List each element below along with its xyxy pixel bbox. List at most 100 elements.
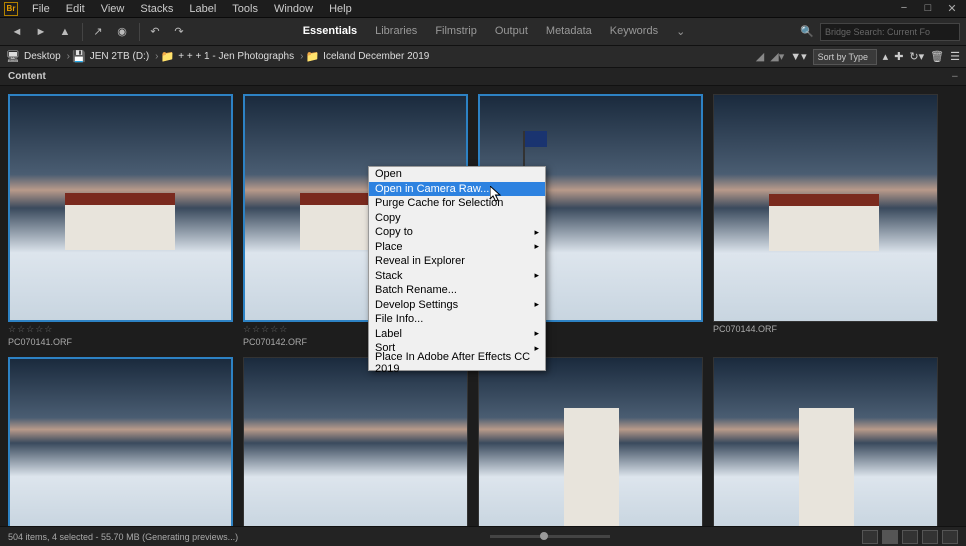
crumb-folder-2[interactable]: 📁 Iceland December 2019: [305, 50, 429, 63]
menu-tools[interactable]: Tools: [224, 1, 266, 17]
folder-icon: 📁: [161, 50, 175, 63]
menu-help[interactable]: Help: [321, 1, 360, 17]
rotate-ccw-icon[interactable]: ↶: [144, 22, 166, 42]
browse-icon[interactable]: ↻▾: [909, 50, 924, 63]
view-thumb-icon[interactable]: [902, 530, 918, 544]
ws-metadata[interactable]: Metadata: [544, 25, 594, 38]
ws-libraries[interactable]: Libraries: [373, 25, 419, 38]
thumb-image[interactable]: [243, 357, 468, 529]
thumb-item[interactable]: [8, 357, 233, 529]
ctx-batch-rename[interactable]: Batch Rename...: [369, 283, 545, 298]
ws-output[interactable]: Output: [493, 25, 530, 38]
crumb-desktop[interactable]: 🖥 Desktop: [6, 50, 61, 63]
ctx-stack[interactable]: Stack: [369, 269, 545, 284]
crumb-drive[interactable]: 💾 JEN 2TB (D:): [72, 50, 149, 63]
ws-more-icon[interactable]: ⌄: [674, 25, 687, 38]
filter-funnel-icon[interactable]: ▼▾: [790, 50, 806, 63]
ctx-copy-to[interactable]: Copy to: [369, 225, 545, 240]
menu-edit[interactable]: Edit: [58, 1, 93, 17]
thumb-image[interactable]: [713, 94, 938, 322]
minimize-button[interactable]: −: [894, 2, 914, 15]
thumb-image[interactable]: [478, 357, 703, 529]
ctx-reveal-explorer[interactable]: Reveal in Explorer: [369, 254, 545, 269]
filter-type-icon[interactable]: ◢▾: [770, 50, 784, 63]
desktop-icon: 🖥: [6, 50, 20, 63]
folder-icon: 📁: [305, 50, 319, 63]
chevron-icon: ›: [155, 51, 158, 62]
filter-rating-icon[interactable]: ◢: [756, 50, 764, 63]
ctx-purge-cache[interactable]: Purge Cache for Selection: [369, 196, 545, 211]
search-icon[interactable]: 🔍: [796, 22, 818, 42]
new-folder-icon[interactable]: ✚: [894, 50, 903, 63]
close-button[interactable]: ✕: [942, 2, 962, 15]
ws-filmstrip[interactable]: Filmstrip: [433, 25, 479, 38]
view-list-icon[interactable]: [942, 530, 958, 544]
crumb-folder-1[interactable]: 📁 + + + 1 - Jen Photographs: [161, 50, 295, 63]
context-menu: Open Open in Camera Raw... Purge Cache f…: [368, 166, 546, 371]
ctx-place[interactable]: Place: [369, 240, 545, 255]
menu-window[interactable]: Window: [266, 1, 321, 17]
thumb-item[interactable]: PC070144.ORF: [713, 94, 938, 347]
menu-file[interactable]: File: [24, 1, 58, 17]
thumb-item[interactable]: [713, 357, 938, 529]
pathbar: 🖥 Desktop › 💾 JEN 2TB (D:) › 📁 + + + 1 -…: [0, 46, 966, 68]
menu-label[interactable]: Label: [181, 1, 224, 17]
maximize-button[interactable]: □: [918, 2, 938, 15]
thumb-filename: PC070144.ORF: [713, 324, 938, 334]
slider-handle[interactable]: [540, 532, 548, 540]
menu-view[interactable]: View: [93, 1, 133, 17]
thumb-image[interactable]: [713, 357, 938, 529]
trash-icon[interactable]: 🗑: [930, 50, 944, 63]
view-details-icon[interactable]: [922, 530, 938, 544]
reveal-icon[interactable]: ↗: [87, 22, 109, 42]
ctx-place-ae[interactable]: Place In Adobe After Effects CC 2019: [369, 356, 545, 371]
rotate-cw-icon[interactable]: ↷: [168, 22, 190, 42]
ctx-file-info[interactable]: File Info...: [369, 312, 545, 327]
ctx-develop-settings[interactable]: Develop Settings: [369, 298, 545, 313]
search-input[interactable]: Bridge Search: Current Fo: [820, 23, 960, 41]
ws-keywords[interactable]: Keywords: [608, 25, 660, 38]
up-button[interactable]: ▲: [54, 22, 76, 42]
panel-title: Content: [8, 71, 46, 82]
content-panel-header: Content −: [0, 68, 966, 86]
thumb-item[interactable]: ☆☆☆☆☆ PC070141.ORF: [8, 94, 233, 347]
app-logo: Br: [4, 2, 18, 16]
separator: [139, 23, 140, 41]
ctx-label[interactable]: Label: [369, 327, 545, 342]
back-button[interactable]: ◄: [6, 22, 28, 42]
menubar: Br File Edit View Stacks Label Tools Win…: [0, 0, 966, 18]
rating-stars[interactable]: ☆☆☆☆☆: [8, 324, 233, 335]
view-lock-icon[interactable]: [862, 530, 878, 544]
open-camera-raw-icon[interactable]: ◉: [111, 22, 133, 42]
crumb-label: JEN 2TB (D:): [90, 51, 149, 62]
workspace-tabs: Essentials Libraries Filmstrip Output Me…: [301, 25, 688, 38]
drive-icon: 💾: [72, 50, 86, 63]
status-text: 504 items, 4 selected - 55.70 MB (Genera…: [8, 532, 238, 542]
thumb-size-slider[interactable]: [490, 535, 610, 538]
sort-label: Sort by Type: [818, 52, 868, 62]
chevron-icon: ›: [300, 51, 303, 62]
options-icon[interactable]: ☰: [950, 50, 960, 63]
forward-button[interactable]: ►: [30, 22, 52, 42]
ws-essentials[interactable]: Essentials: [301, 25, 359, 38]
thumb-filename: PC070141.ORF: [8, 337, 233, 347]
crumb-label: Desktop: [24, 51, 61, 62]
toolbar: ◄ ► ▲ ↗ ◉ ↶ ↷ Essentials Libraries Films…: [0, 18, 966, 46]
crumb-label: Iceland December 2019: [323, 51, 429, 62]
sort-asc-icon[interactable]: ▴: [883, 50, 889, 63]
view-grid-icon[interactable]: [882, 530, 898, 544]
ctx-open-camera-raw[interactable]: Open in Camera Raw...: [369, 182, 545, 197]
thumb-item[interactable]: [243, 357, 468, 529]
panel-menu-icon[interactable]: −: [952, 71, 958, 83]
ctx-copy[interactable]: Copy: [369, 211, 545, 226]
menu-stacks[interactable]: Stacks: [132, 1, 181, 17]
crumb-label: + + + 1 - Jen Photographs: [178, 51, 294, 62]
thumb-image[interactable]: [8, 357, 233, 529]
chevron-icon: ›: [67, 51, 70, 62]
separator: [82, 23, 83, 41]
ctx-open[interactable]: Open: [369, 167, 545, 182]
statusbar: 504 items, 4 selected - 55.70 MB (Genera…: [0, 526, 966, 546]
thumb-item[interactable]: [478, 357, 703, 529]
thumb-image[interactable]: [8, 94, 233, 322]
sort-dropdown[interactable]: Sort by Type: [813, 49, 877, 65]
